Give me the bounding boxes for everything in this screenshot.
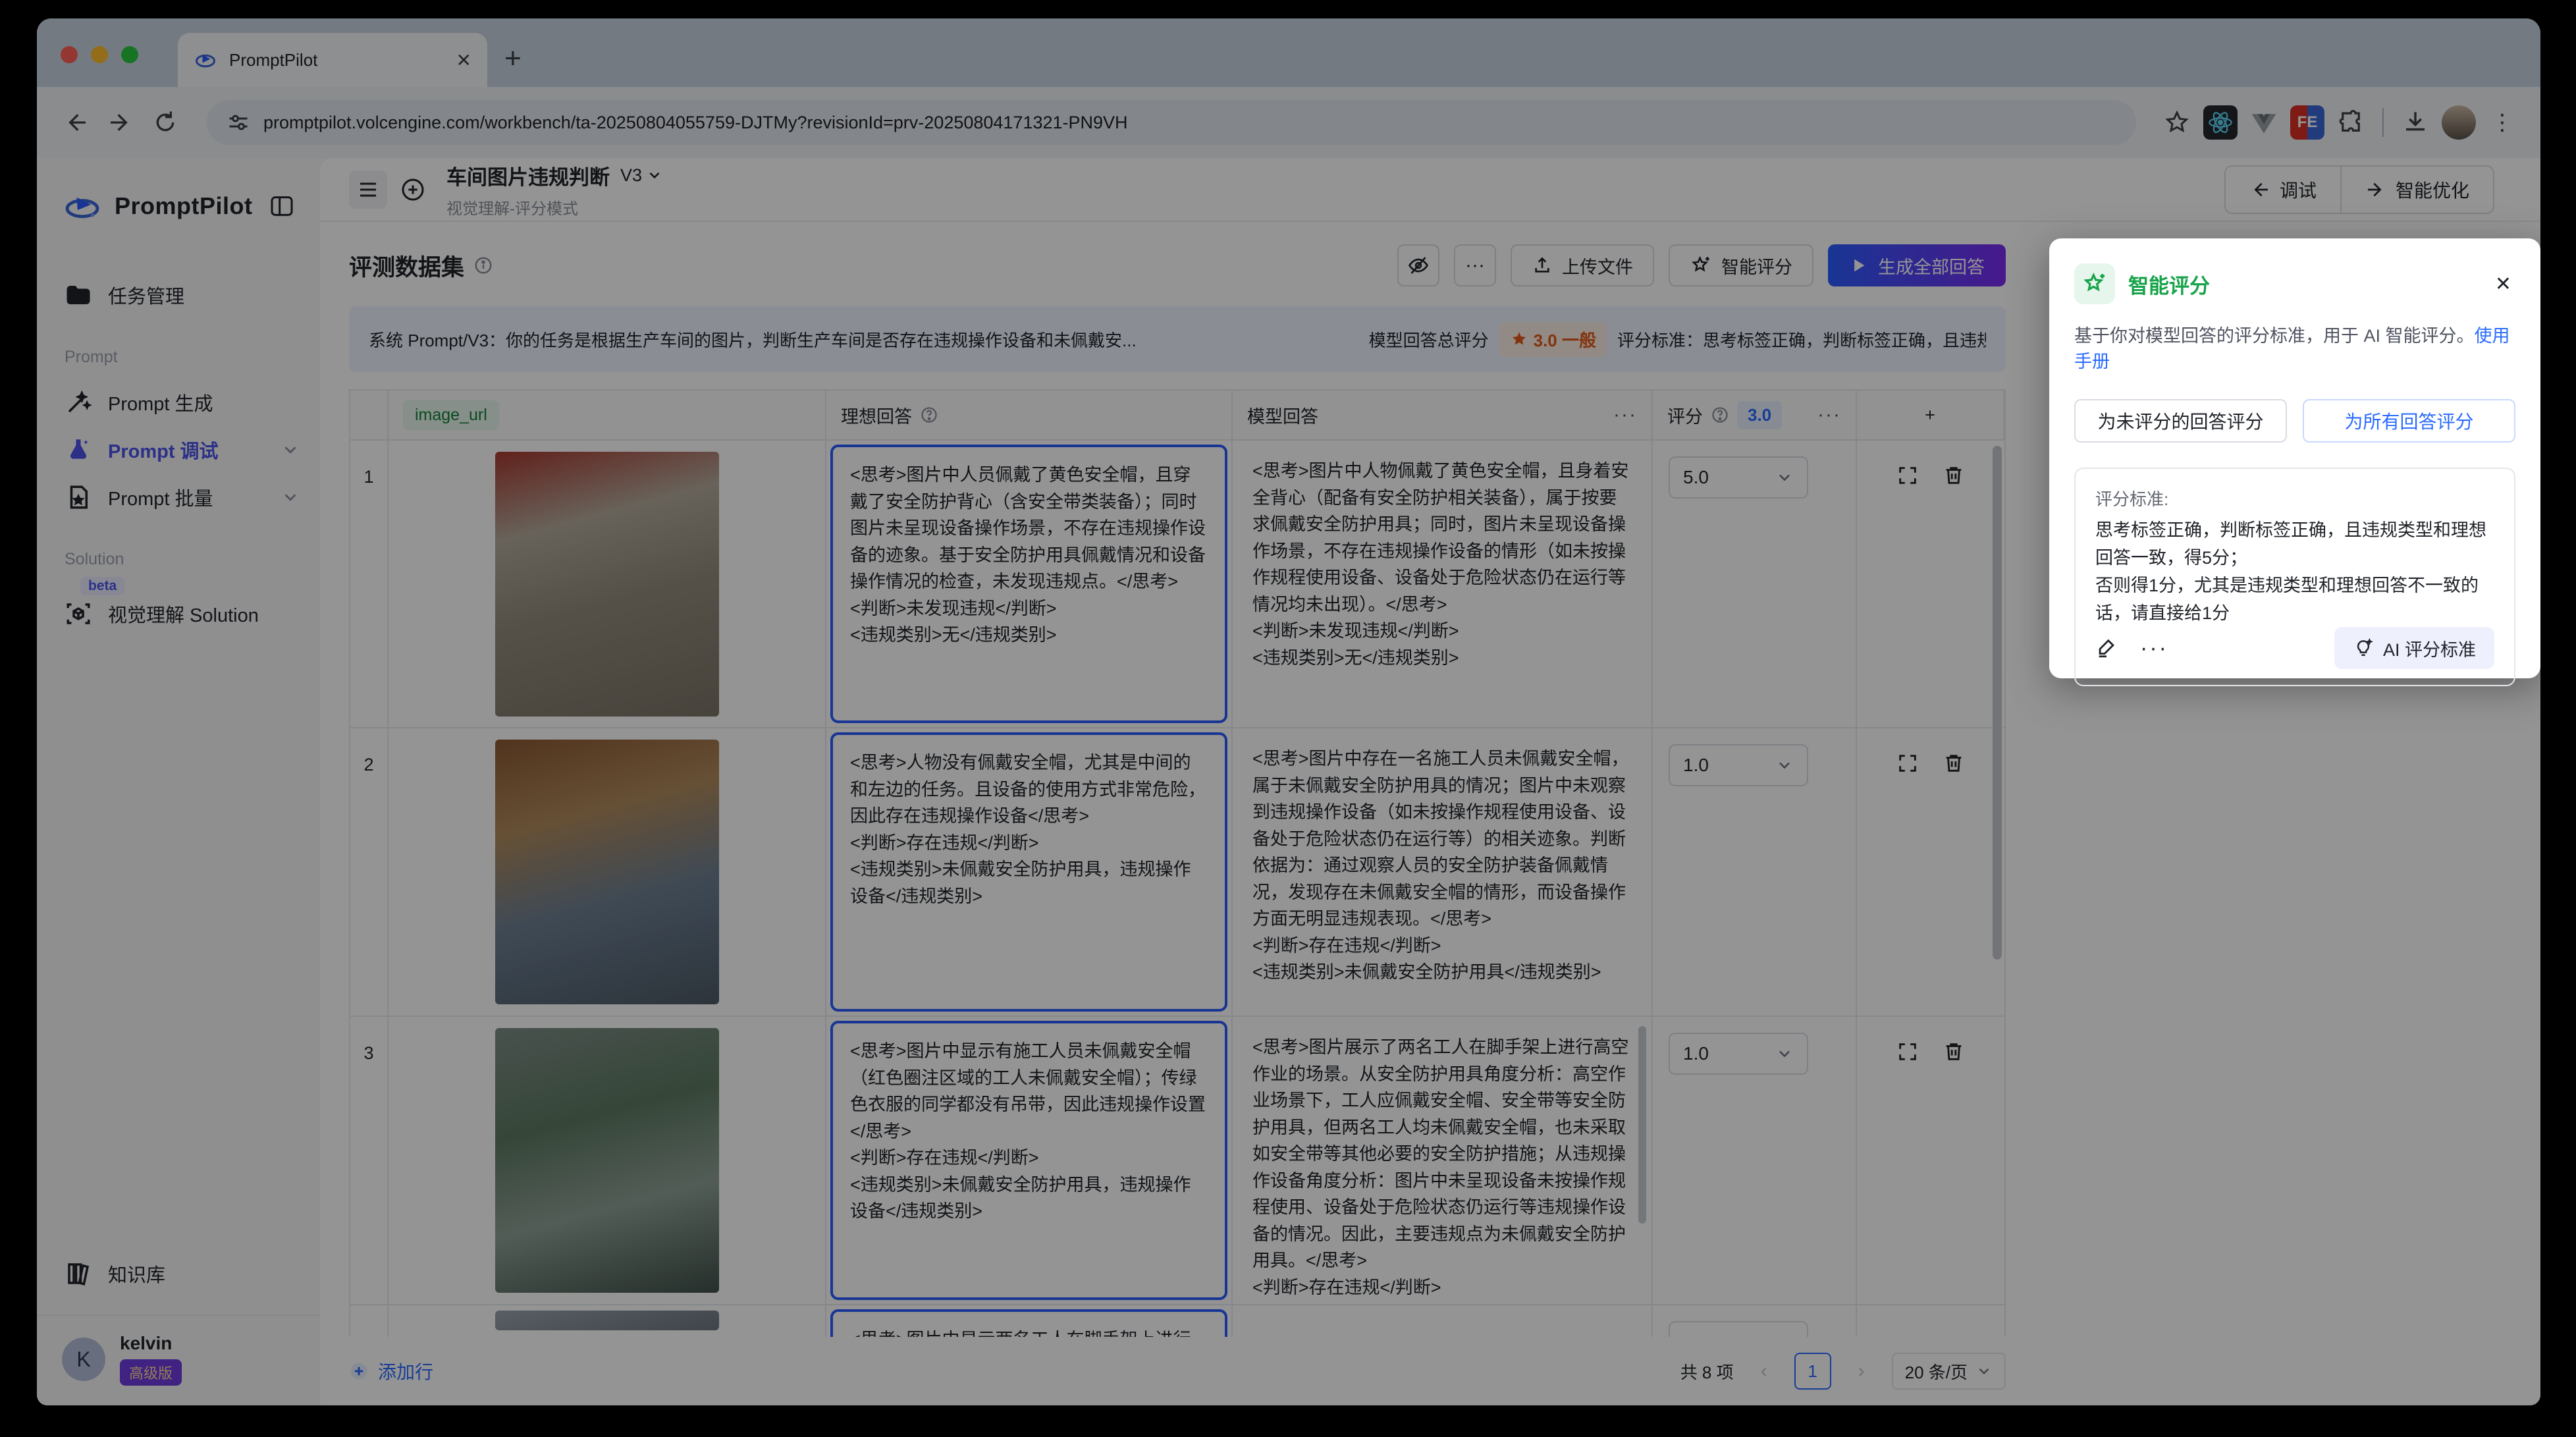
score-all-button[interactable]: 为所有回答评分 [2303,399,2515,443]
edit-pencil-icon[interactable] [2095,637,2118,659]
score-unscored-button[interactable]: 为未评分的回答评分 [2074,399,2287,443]
criteria-more-icon[interactable]: ··· [2140,636,2168,661]
close-icon[interactable]: ✕ [2491,269,2515,300]
smart-score-panel: 智能评分 ✕ 基于你对模型回答的评分标准，用于 AI 智能评分。使用手册 为未评… [2049,238,2540,678]
criteria-label: 评分标准: [2095,486,2494,510]
panel-title: 智能评分 [2128,269,2478,299]
panel-description: 基于你对模型回答的评分标准，用于 AI 智能评分。 [2074,326,2475,346]
criteria-text: 思考标签正确，判断标签正确，且违规类型和理想回答一致，得5分； 否则得1分，尤其… [2095,517,2494,627]
star-sparkle-icon [2074,263,2115,304]
criteria-card: 评分标准: 思考标签正确，判断标签正确，且违规类型和理想回答一致，得5分； 否则… [2074,468,2515,686]
ai-criteria-button[interactable]: AI 评分标准 [2334,627,2494,669]
bulb-sparkle-icon [2353,637,2374,659]
screen: PromptPilot ✕ + promptpilot.volcengine.c… [0,0,2576,1437]
modal-dim-overlay [0,0,2576,1437]
